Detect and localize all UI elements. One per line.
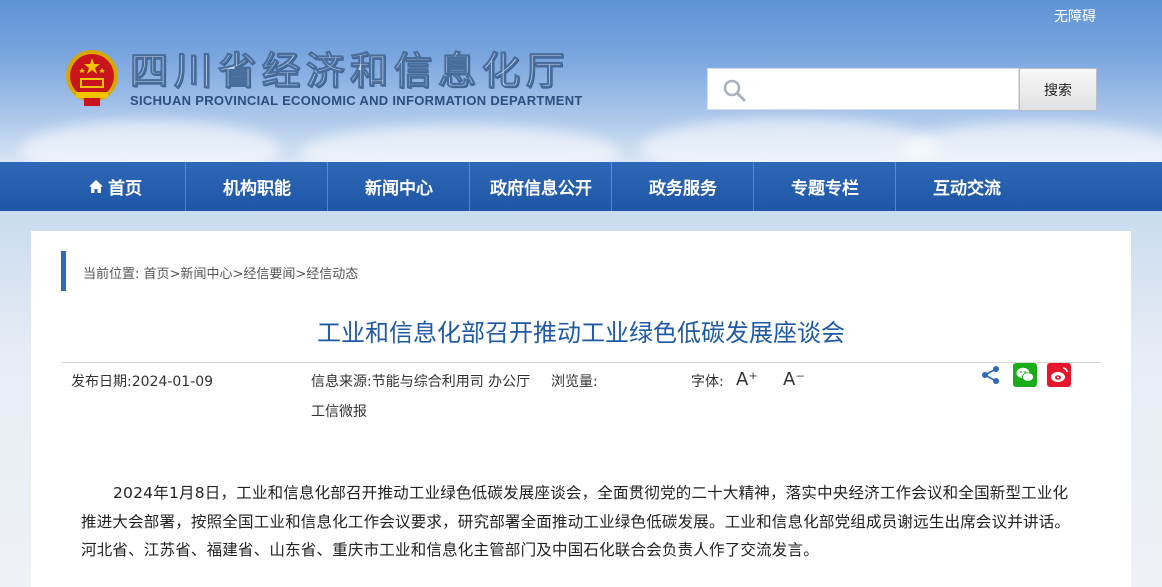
source-info: 信息来源:节能与综合利用司 办公厅 [311,371,530,391]
nav-item-gov-info[interactable]: 政府信息公开 [470,162,612,211]
content-panel: 当前位置: 首页>新闻中心>经信要闻>经信动态 工业和信息化部召开推动工业绿色低… [31,231,1131,587]
nav-item-home[interactable]: 首页 [44,162,186,211]
font-decrease-button[interactable]: A⁻ [783,369,805,390]
publish-date: 发布日期:2024-01-09 [71,374,214,390]
accessibility-link[interactable]: 无障碍 [1054,6,1096,26]
breadcrumb-updates[interactable]: 经信动态 [306,267,358,282]
site-title-en: SICHUAN PROVINCIAL ECONOMIC AND INFORMAT… [130,92,583,108]
breadcrumb-separator: > [295,267,307,282]
site-header: 无障碍 四川省经济和信息化厅 SICHUAN PROVINCIAL ECONOM… [0,0,1162,162]
breadcrumb-news[interactable]: 新闻中心 [180,267,232,282]
article-title: 工业和信息化部召开推动工业绿色低碳发展座谈会 [317,319,845,347]
article-body: 2024年1月8日，工业和信息化部召开推动工业绿色低碳发展座谈会，全面贯彻党的二… [81,484,1071,559]
breadcrumb-prefix: 当前位置: [83,267,140,282]
views-label: 浏览量: [551,374,598,390]
breadcrumb-separator: > [232,267,244,282]
wechat-icon[interactable] [1013,363,1037,387]
main-nav: 首页 机构职能 新闻中心 政府信息公开 政务服务 专题专栏 互动交流 [0,162,1162,211]
site-title-cn: 四川省经济和信息化厅 [130,48,571,93]
nav-item-news[interactable]: 新闻中心 [328,162,470,211]
national-emblem-icon [66,50,118,106]
nav-label: 新闻中心 [365,179,433,199]
search-box [707,68,1019,110]
source-value-2: 工信微报 [311,404,367,420]
nav-label: 首页 [108,179,142,199]
nav-label: 互动交流 [933,179,1001,199]
font-size-label: 字体: [691,374,724,390]
source-label: 信息来源: [311,374,372,390]
breadcrumb-headlines[interactable]: 经信要闻 [243,267,295,282]
breadcrumb-home[interactable]: 首页 [144,267,170,282]
nav-item-interaction[interactable]: 互动交流 [896,162,1038,211]
home-icon [89,179,103,193]
nav-item-institution[interactable]: 机构职能 [186,162,328,211]
breadcrumb-accent [61,251,66,291]
share-icon[interactable] [981,365,1001,385]
source-value: 节能与综合利用司 办公厅 [371,374,531,390]
breadcrumb-separator: > [169,267,181,282]
site-logo[interactable]: 四川省经济和信息化厅 SICHUAN PROVINCIAL ECONOMIC A… [64,46,583,110]
search-icon [723,79,746,102]
search-button[interactable]: 搜索 [1019,68,1097,111]
nav-label: 机构职能 [223,179,291,199]
nav-item-topics[interactable]: 专题专栏 [754,162,896,211]
font-increase-button[interactable]: A⁺ [736,369,758,390]
title-divider [61,362,1101,363]
weibo-icon[interactable] [1047,363,1071,387]
nav-item-services[interactable]: 政务服务 [612,162,754,211]
nav-label: 政务服务 [649,179,717,199]
search-input[interactable] [754,69,1008,109]
breadcrumb: 当前位置: 首页>新闻中心>经信要闻>经信动态 [83,263,358,282]
nav-label: 专题专栏 [791,179,859,199]
nav-label: 政府信息公开 [490,179,592,199]
